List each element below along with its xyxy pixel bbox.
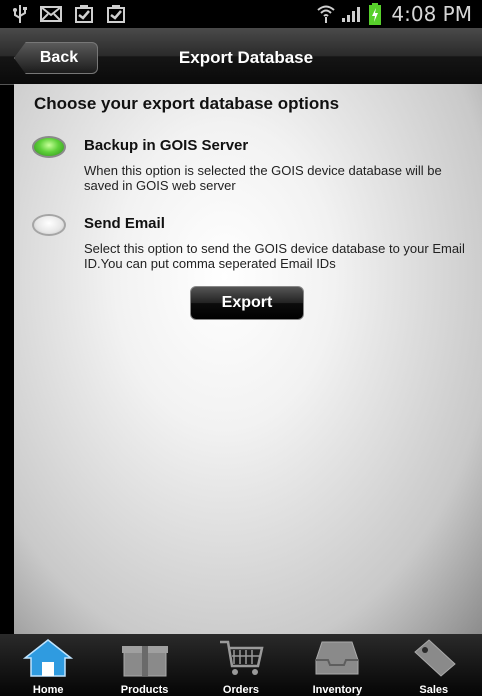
tray-icon xyxy=(315,641,359,675)
price-tag-icon xyxy=(413,639,456,677)
cart-icon xyxy=(219,640,264,675)
bottom-tab-bar: Home Products Orders Inventory Sales xyxy=(0,634,482,696)
tab-label: Inventory xyxy=(312,684,363,696)
tab-label: Sales xyxy=(419,684,449,696)
tab-home[interactable]: Home xyxy=(3,634,93,696)
tab-orders[interactable]: Orders xyxy=(196,634,286,696)
battery-charging-icon xyxy=(369,3,382,25)
export-options-panel: Choose your export database options Back… xyxy=(14,84,482,634)
tab-label: Home xyxy=(32,684,64,696)
page-title: Export Database xyxy=(178,48,314,67)
gift-box-icon xyxy=(121,646,168,677)
tab-label: Products xyxy=(120,684,169,696)
mail-icon xyxy=(40,6,62,22)
export-button[interactable]: Export xyxy=(190,286,304,320)
option-description: When this option is selected the GOIS de… xyxy=(84,163,442,193)
status-time: 4:08 PM xyxy=(391,2,472,26)
status-bar: 4:08 PM xyxy=(0,0,482,28)
clipboard-check-icon xyxy=(75,5,93,23)
clipboard-check-icon xyxy=(107,5,125,23)
tab-label: Orders xyxy=(222,684,259,696)
options-heading: Choose your export database options xyxy=(34,94,340,113)
title-bar: Back Export Database xyxy=(0,28,482,85)
notification-icons xyxy=(12,2,126,26)
signal-icon xyxy=(342,7,361,22)
tab-inventory[interactable]: Inventory xyxy=(292,634,382,696)
usb-icon xyxy=(13,5,27,23)
option-label: Backup in GOIS Server xyxy=(84,137,249,154)
wifi-icon xyxy=(317,5,336,23)
tab-sales[interactable]: Sales xyxy=(389,634,479,696)
tab-products[interactable]: Products xyxy=(100,634,190,696)
radio-backup-server[interactable] xyxy=(32,136,66,158)
option-label: Send Email xyxy=(84,215,165,232)
home-icon xyxy=(23,639,74,677)
system-icons: 4:08 PM xyxy=(317,0,472,28)
radio-send-email[interactable] xyxy=(32,214,66,236)
option-description: Select this option to send the GOIS devi… xyxy=(84,241,465,271)
